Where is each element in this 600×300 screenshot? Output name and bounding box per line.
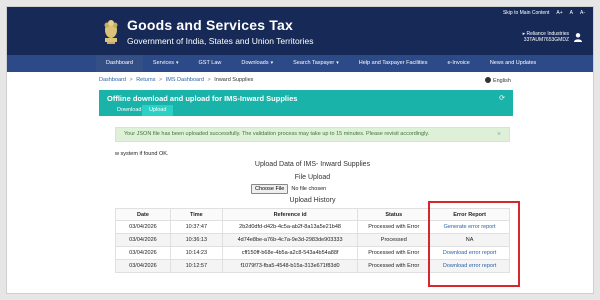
cell-date: 03/04/2026 <box>115 233 171 247</box>
breadcrumb-current: Inward Supplies <box>214 77 254 83</box>
main-nav: Dashboard Services ▾ GST Law Downloads ▾ S… <box>7 55 593 72</box>
skip-to-main-link[interactable]: Skip to Main Content <box>503 10 549 16</box>
caret-down-icon: ▾ <box>176 60 179 66</box>
cell-date: 03/04/2026 <box>115 220 171 234</box>
nav-help-facilities[interactable]: Help and Taxpayer Facilities <box>349 55 438 72</box>
cell-status: Processed with Error <box>357 246 431 260</box>
column-header-reference-id: Reference id <box>221 208 359 221</box>
font-increase-link[interactable]: A+ <box>556 10 562 16</box>
language-selector[interactable]: English <box>484 77 511 84</box>
breadcrumb-returns[interactable]: Returns <box>136 77 155 83</box>
error-report-highlight-box <box>428 201 520 287</box>
tab-upload[interactable]: Upload <box>142 105 174 116</box>
column-header-time: Time <box>169 208 223 221</box>
caret-down-icon: ▾ <box>270 60 274 66</box>
breadcrumb-separator: > <box>129 77 133 83</box>
cell-time: 10:37:47 <box>169 220 223 234</box>
browser-frame: Skip to Main Content A+ A A- Goods and S… <box>6 6 594 294</box>
panel-header: Offline download and upload for IMS-Inwa… <box>99 90 513 116</box>
cell-reference-id: 4d74e8be-a76b-4c7a-9e3d-2983de903333 <box>221 233 359 247</box>
user-gstin: 33TAUM7653GMDZ <box>523 37 569 43</box>
user-info[interactable]: ▸ Reliance Industries 33TAUM7653GMDZ <box>523 31 569 43</box>
font-normal-link[interactable]: A <box>570 10 573 16</box>
column-header-status: Status <box>357 208 431 221</box>
cell-status: Processed with Error <box>357 220 431 234</box>
site-header: Skip to Main Content A+ A A- Goods and S… <box>7 7 593 55</box>
user-avatar-icon[interactable] <box>573 32 583 42</box>
breadcrumb-separator: > <box>159 77 163 83</box>
nav-e-invoice[interactable]: e-Invoice <box>437 55 479 72</box>
nav-dashboard[interactable]: Dashboard <box>96 55 143 72</box>
breadcrumb-ims-dashboard[interactable]: IMS Dashboard <box>166 77 204 83</box>
no-file-chosen-text: No file chosen <box>291 186 327 192</box>
nav-gst-law[interactable]: GST Law <box>189 55 232 72</box>
upload-section-title: Upload Data of IMS- Inward Supplies <box>254 161 371 168</box>
globe-icon <box>484 77 491 83</box>
alert-message: Your JSON file has been uploaded success… <box>124 131 430 137</box>
success-alert: Your JSON file has been uploaded success… <box>115 127 510 142</box>
breadcrumb-separator: > <box>207 77 211 83</box>
cell-time: 10:14:23 <box>169 246 223 260</box>
file-upload-row: Choose File No file chosen <box>251 184 326 194</box>
cell-reference-id: cff150ff-b68e-4b5a-a2c8-543a4b54a88f <box>221 246 359 260</box>
file-upload-label: File Upload <box>294 174 331 181</box>
choose-file-button[interactable]: Choose File <box>251 184 289 194</box>
cell-time: 10:12:57 <box>169 259 223 273</box>
refresh-icon[interactable]: ⟳ <box>499 94 505 102</box>
system-message: w system if found OK. <box>115 151 169 157</box>
panel-title: Offline download and upload for IMS-Inwa… <box>107 94 298 103</box>
utility-links: Skip to Main Content A+ A A- <box>503 10 585 16</box>
nav-news-updates[interactable]: News and Updates <box>480 55 546 72</box>
close-icon[interactable]: × <box>497 128 501 141</box>
breadcrumb-dashboard[interactable]: Dashboard <box>99 77 126 83</box>
nav-search-taxpayer[interactable]: Search Taxpayer ▾ <box>283 55 349 72</box>
cell-status: Processed <box>357 233 431 247</box>
cell-status: Processed with Error <box>357 259 431 273</box>
caret-down-icon: ▾ <box>336 60 339 66</box>
nav-downloads[interactable]: Downloads ▾ <box>231 55 283 72</box>
national-emblem-icon <box>104 20 118 44</box>
cell-date: 03/04/2026 <box>115 259 171 273</box>
cell-time: 10:36:13 <box>169 233 223 247</box>
site-subtitle: Government of India, States and Union Te… <box>127 36 314 46</box>
breadcrumb: Dashboard > Returns > IMS Dashboard > In… <box>99 77 253 83</box>
site-title: Goods and Services Tax <box>127 17 293 33</box>
nav-services[interactable]: Services ▾ <box>143 55 189 72</box>
cell-date: 03/04/2026 <box>115 246 171 260</box>
cell-reference-id: 2b2d0dfd-d42b-4c5a-ab2f-8a13a5e21b48 <box>221 220 359 234</box>
column-header-date: Date <box>115 208 171 221</box>
font-decrease-link[interactable]: A- <box>580 10 585 16</box>
cell-reference-id: f1079f73-fba5-4548-b15a-313e671f83d0 <box>221 259 359 273</box>
